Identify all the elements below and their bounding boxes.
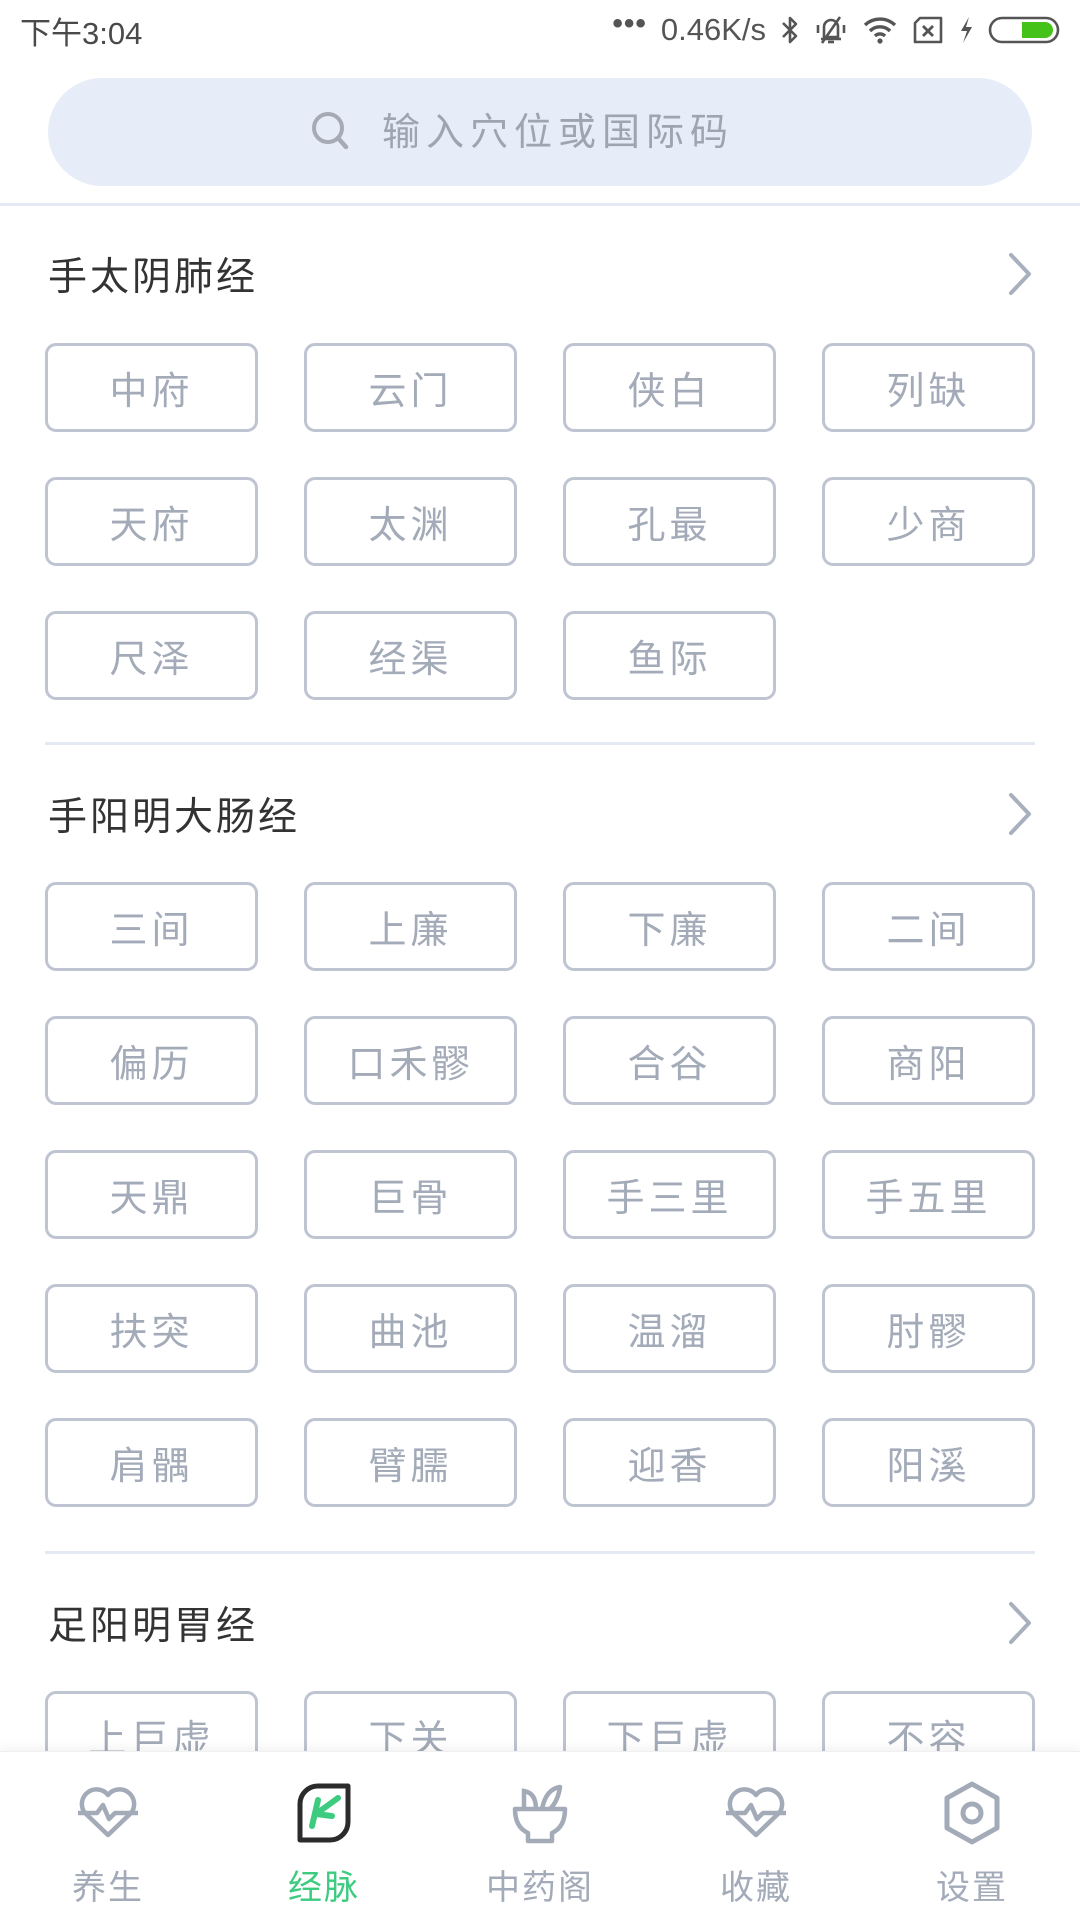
nav-item-zhongyaoge[interactable]: 中药阁 bbox=[432, 1752, 648, 1920]
status-bar: 下午3:04 ••• 0.46K/s bbox=[0, 0, 1080, 60]
acupoint-button[interactable]: 温溜 bbox=[563, 1284, 776, 1373]
section-divider bbox=[45, 1551, 1035, 1554]
nav-label: 养生 bbox=[72, 1868, 144, 1908]
section-header[interactable]: 手阳明大肠经 bbox=[0, 779, 1080, 849]
acupoint-button[interactable]: 太渊 bbox=[304, 477, 517, 566]
acupoint-button[interactable]: 扶突 bbox=[45, 1284, 258, 1373]
search-icon bbox=[308, 108, 352, 156]
chevron-right-icon[interactable] bbox=[1005, 251, 1035, 297]
acupoint-button[interactable]: 下廉 bbox=[563, 882, 776, 971]
acupoint-button[interactable]: 天府 bbox=[45, 477, 258, 566]
header-divider bbox=[0, 203, 1080, 206]
acupoint-button[interactable]: 少商 bbox=[822, 477, 1035, 566]
acupoint-button[interactable]: 天鼎 bbox=[45, 1150, 258, 1239]
section-title: 足阳明胃经 bbox=[48, 1604, 259, 1649]
acupoint-button[interactable]: 手三里 bbox=[563, 1150, 776, 1239]
acupoint-button[interactable]: 孔最 bbox=[563, 477, 776, 566]
acupoint-button[interactable]: 臂臑 bbox=[304, 1418, 517, 1507]
acupoint-button[interactable]: 鱼际 bbox=[563, 611, 776, 700]
acupoint-button[interactable]: 阳溪 bbox=[822, 1418, 1035, 1507]
acupoint-button[interactable]: 肘髎 bbox=[822, 1284, 1035, 1373]
acupoint-button[interactable]: 合谷 bbox=[563, 1016, 776, 1105]
acupoint-button[interactable]: 上廉 bbox=[304, 882, 517, 971]
no-sim-icon bbox=[912, 15, 944, 45]
acupoint-button[interactable]: 三间 bbox=[45, 882, 258, 971]
search-input[interactable] bbox=[382, 110, 772, 154]
nav-item-jingmai[interactable]: 经脉 bbox=[216, 1752, 432, 1920]
charging-icon bbox=[958, 15, 974, 45]
acupoint-button[interactable]: 肩髃 bbox=[45, 1418, 258, 1507]
acupoint-button[interactable]: 迎香 bbox=[563, 1418, 776, 1507]
nav-label: 经脉 bbox=[288, 1868, 360, 1908]
section-header[interactable]: 手太阴肺经 bbox=[0, 239, 1080, 309]
section-header[interactable]: 足阳明胃经 bbox=[0, 1588, 1080, 1658]
acupoint-button[interactable]: 列缺 bbox=[822, 343, 1035, 432]
chevron-right-icon[interactable] bbox=[1005, 1600, 1035, 1646]
acupoint-button[interactable]: 经渠 bbox=[304, 611, 517, 700]
nav-label: 设置 bbox=[936, 1868, 1008, 1908]
acupoint-button[interactable]: 手五里 bbox=[822, 1150, 1035, 1239]
status-icons: ••• 0.46K/s bbox=[612, 7, 1060, 48]
acupoint-button[interactable]: 尺泽 bbox=[45, 611, 258, 700]
acupoint-button[interactable]: 商阳 bbox=[822, 1016, 1035, 1105]
section-title: 手太阴肺经 bbox=[48, 255, 259, 300]
wifi-icon bbox=[862, 15, 898, 45]
leaf-icon bbox=[291, 1780, 357, 1846]
nav-item-yangsheng[interactable]: 养生 bbox=[0, 1752, 216, 1920]
acupoint-button[interactable]: 侠白 bbox=[563, 343, 776, 432]
search-bar[interactable] bbox=[48, 78, 1032, 186]
network-speed: 0.46K/s bbox=[660, 12, 766, 47]
heartbeat-icon bbox=[723, 1780, 789, 1846]
acupoint-button[interactable]: 中府 bbox=[45, 343, 258, 432]
section-title: 手阳明大肠经 bbox=[48, 795, 301, 840]
acupoint-button[interactable]: 巨骨 bbox=[304, 1150, 517, 1239]
acupoint-button[interactable]: 曲池 bbox=[304, 1284, 517, 1373]
acupoint-button[interactable]: 偏历 bbox=[45, 1016, 258, 1105]
section-divider bbox=[45, 742, 1035, 745]
battery-icon bbox=[988, 15, 1060, 45]
bluetooth-icon bbox=[780, 14, 800, 46]
acupoint-button[interactable]: 口禾髎 bbox=[304, 1016, 517, 1105]
nav-item-shoucang[interactable]: 收藏 bbox=[648, 1752, 864, 1920]
nav-item-shezhi[interactable]: 设置 bbox=[864, 1752, 1080, 1920]
heartbeat-icon bbox=[75, 1780, 141, 1846]
nav-label: 收藏 bbox=[720, 1868, 792, 1908]
vibrate-off-icon bbox=[814, 13, 848, 47]
bottom-nav: 养生 经脉 中药阁 收藏 设置 bbox=[0, 1751, 1080, 1920]
acupoint-button[interactable]: 二间 bbox=[822, 882, 1035, 971]
chevron-right-icon[interactable] bbox=[1005, 791, 1035, 837]
status-time: 下午3:04 bbox=[20, 15, 143, 51]
herb-bowl-icon bbox=[507, 1780, 573, 1846]
hexagon-settings-icon bbox=[939, 1780, 1005, 1846]
acupoint-button[interactable]: 云门 bbox=[304, 343, 517, 432]
nav-label: 中药阁 bbox=[486, 1868, 594, 1908]
more-notifications-icon: ••• bbox=[612, 7, 647, 40]
